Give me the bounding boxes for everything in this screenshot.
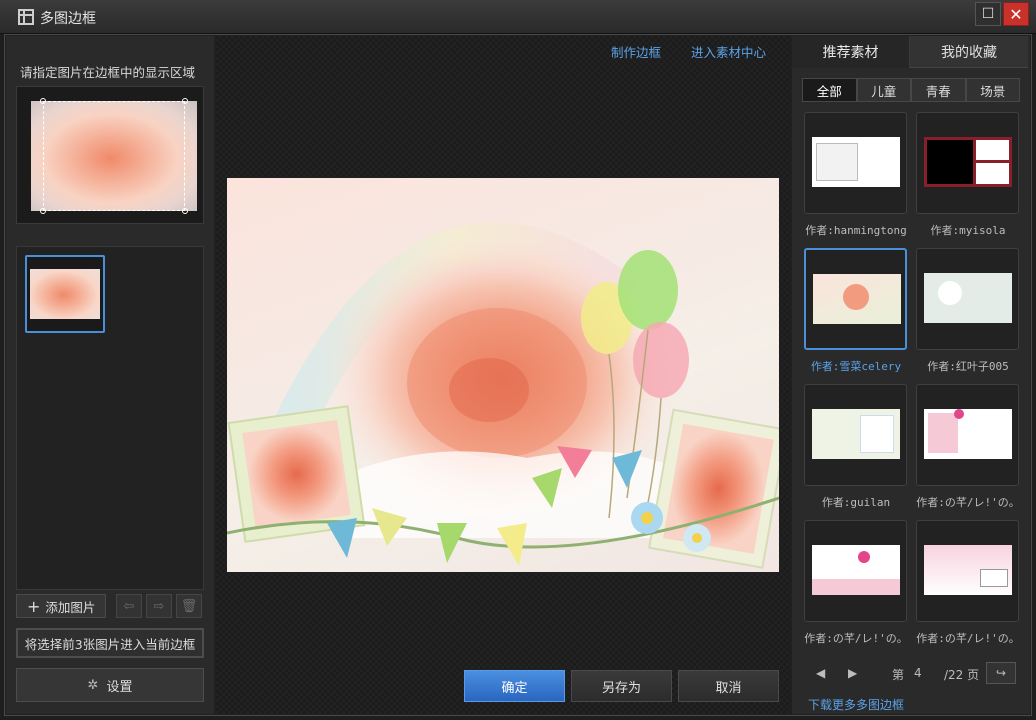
frame-template[interactable] [916,520,1019,622]
import-first-three-button[interactable]: 将选择前3张图片进入当前边框 [16,628,204,658]
preview-artwork [227,222,779,569]
make-frame-link[interactable]: 制作边框 [611,42,661,61]
cancel-button[interactable]: 取消 [678,670,779,702]
crop-hint: 请指定图片在边框中的显示区域 [20,65,196,80]
move-left-icon[interactable]: ⇦ [116,594,142,618]
template-author: 作者:の芊/レ!'の。 [916,496,1020,509]
title-bar: 多图边框 ☐ ✕ [0,0,1036,34]
template-thumbnail [812,545,900,595]
material-center-link[interactable]: 进入素材中心 [691,42,766,61]
maximize-icon[interactable]: ☐ [975,2,1001,26]
frame-preview [227,178,779,572]
page-total: /22 页 [944,668,980,682]
category-children[interactable]: 儿童 [856,78,911,102]
frame-template[interactable] [804,384,907,486]
crop-selection[interactable] [40,98,188,214]
frame-template[interactable] [804,112,907,214]
delete-icon[interactable]: 🗑 [176,594,202,618]
photo-thumbnail[interactable] [25,255,105,333]
category-youth[interactable]: 青春 [911,78,966,102]
plus-icon: + [27,596,41,616]
category-all[interactable]: 全部 [802,78,857,102]
save-as-button[interactable]: 另存为 [571,670,672,702]
template-author: 作者:hanmingtong [805,224,907,237]
template-author: 作者:myisola [930,224,1006,237]
rose-photo [30,269,100,319]
frame-template-selected[interactable] [804,248,907,350]
crop-handle[interactable] [182,98,188,104]
category-tabs: 全部 儿童 青春 场景 [802,78,1020,102]
template-thumbnail [812,137,900,187]
tab-favorites[interactable]: 我的收藏 [910,36,1028,68]
photo-list [16,246,204,590]
add-photo-button[interactable]: + 添加图片 [16,594,106,618]
page-current[interactable]: 4 [914,666,922,680]
frame-template[interactable] [916,384,1019,486]
template-thumbnail [924,137,1012,187]
template-thumbnail [924,273,1012,323]
material-panel: 推荐素材 我的收藏 全部 儿童 青春 场景 作者:hanmingtong 作者:… [792,36,1030,714]
prev-page-icon[interactable]: ◀ [816,666,825,680]
template-thumbnail [924,545,1012,595]
close-icon[interactable]: ✕ [1003,2,1029,26]
crop-handle[interactable] [40,98,46,104]
template-author: 作者:の芊/レ!'の。 [916,632,1020,645]
template-author: 作者:guilan [821,496,891,509]
crop-area [16,86,204,224]
frame-template[interactable] [916,248,1019,350]
settings-button[interactable]: ✲ 设置 [16,668,204,702]
crop-handle[interactable] [182,208,188,214]
template-author: 作者:の芊/レ!'の。 [804,632,908,645]
template-thumbnail [813,274,901,324]
settings-label: 设置 [106,679,133,695]
left-panel: 请指定图片在边框中的显示区域 + 添加图片 ⇦ ⇨ 🗑 将选择前3张图片进入当前… [6,36,214,714]
template-thumbnail [812,409,900,459]
template-author: 作者:雪菜celery [810,360,902,373]
crop-handle[interactable] [40,208,46,214]
window-title: 多图边框 [40,11,96,27]
download-more-link[interactable]: 下载更多多图边框 [808,696,904,713]
preview-panel: 制作边框 进入素材中心 确定 另存为 取消 [216,36,790,714]
app-frame-icon [18,9,34,25]
tab-recommended[interactable]: 推荐素材 [792,36,910,68]
category-scene[interactable]: 场景 [965,78,1020,102]
frame-template[interactable] [804,520,907,622]
template-thumbnail [924,409,1012,459]
next-page-icon[interactable]: ▶ [848,666,857,680]
move-right-icon[interactable]: ⇨ [146,594,172,618]
confirm-button[interactable]: 确定 [464,670,565,702]
page-prefix: 第 [892,668,905,682]
gear-icon: ✲ [87,677,99,693]
go-page-icon[interactable]: ↪ [986,662,1016,684]
frame-template[interactable] [916,112,1019,214]
template-author: 作者:红叶子005 [927,360,1009,373]
pagination: ◀ ▶ 第 4 /22 页 ↪ [802,662,1022,684]
add-photo-label: 添加图片 [45,599,96,615]
